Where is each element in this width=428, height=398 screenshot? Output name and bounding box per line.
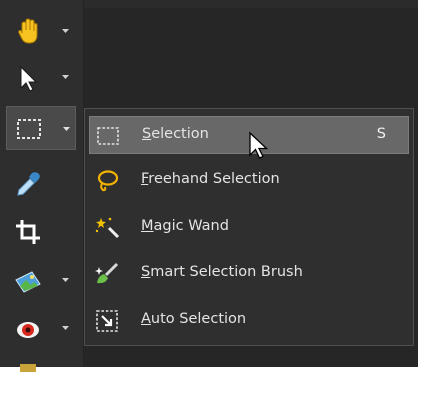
lasso-icon: [97, 170, 119, 192]
dropdown-arrow-icon[interactable]: [61, 277, 70, 283]
pick-tool-button[interactable]: [6, 55, 76, 99]
magic-wand-icon: [95, 217, 120, 239]
menu-item-label: Magic Wand: [141, 218, 229, 234]
dropper-tool-button[interactable]: [6, 162, 76, 206]
tool-icon: [20, 364, 36, 372]
photo-adjust-icon: [15, 271, 41, 293]
menu-item-shortcut: S: [376, 126, 386, 142]
mouse-cursor-icon: [249, 131, 269, 159]
auto-selection-icon: [96, 310, 118, 332]
photo-adjust-tool-button[interactable]: [6, 258, 76, 302]
marquee-selection-icon: [97, 127, 119, 145]
dropdown-arrow-icon[interactable]: [61, 74, 70, 80]
crop-icon: [16, 220, 40, 244]
hand-icon: [18, 18, 38, 44]
menu-item-auto-selection[interactable]: Auto Selection: [89, 302, 409, 340]
menu-item-smart-selection-brush[interactable]: Smart Selection Brush: [89, 255, 409, 293]
menu-item-freehand-selection[interactable]: Freehand Selection: [89, 162, 409, 200]
dropdown-arrow-icon[interactable]: [61, 325, 70, 331]
smart-brush-icon: [95, 262, 119, 284]
dropdown-arrow-icon[interactable]: [62, 126, 71, 132]
arrow-pointer-icon: [20, 65, 38, 92]
selection-tool-button[interactable]: [6, 106, 76, 150]
crop-tool-button[interactable]: [6, 210, 76, 254]
menu-item-magic-wand[interactable]: Magic Wand: [89, 209, 409, 247]
menu-item-label: Selection: [142, 126, 209, 142]
pan-tool-button[interactable]: [6, 9, 76, 53]
app-window: Selection S Freehand Selection Magic Wan…: [0, 0, 418, 372]
marquee-selection-icon: [17, 119, 41, 139]
eye-icon: [17, 322, 39, 338]
menu-item-label: Smart Selection Brush: [141, 264, 303, 280]
red-eye-tool-button[interactable]: [6, 306, 76, 350]
dropdown-arrow-icon[interactable]: [61, 28, 70, 34]
tools-toolbar: [0, 0, 84, 372]
menu-item-label: Auto Selection: [141, 311, 247, 327]
more-tool-button[interactable]: [6, 354, 76, 398]
eyedropper-icon: [17, 172, 40, 196]
menu-item-label: Freehand Selection: [141, 171, 280, 187]
